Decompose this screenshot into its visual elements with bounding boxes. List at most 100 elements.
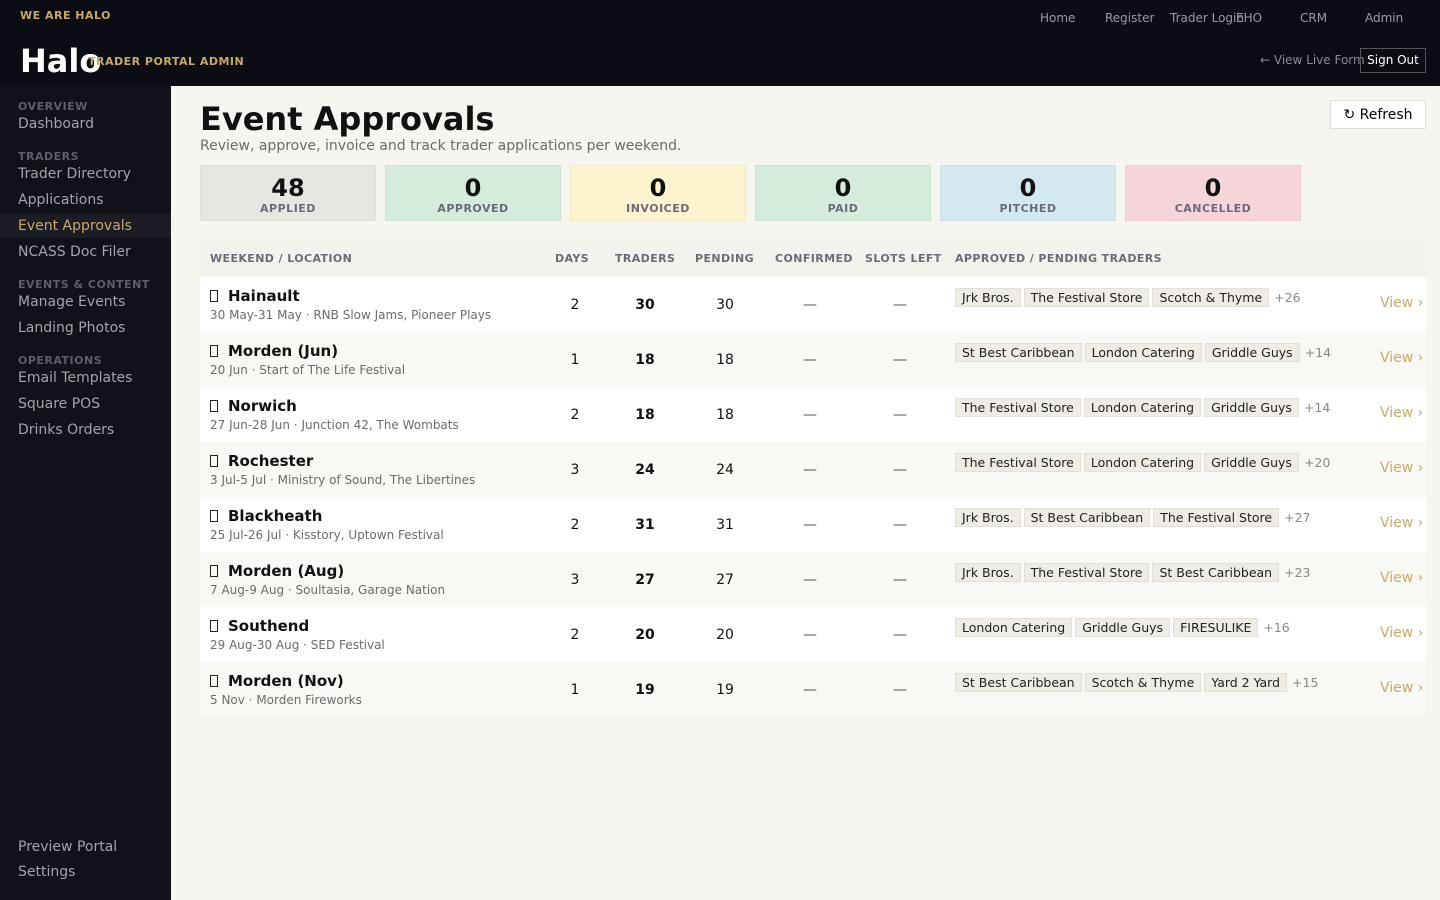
location-icon: [210, 345, 218, 357]
days: 2: [545, 387, 605, 442]
portal-subtitle: TRADER PORTAL ADMIN: [88, 55, 245, 68]
trader-chip[interactable]: Griddle Guys: [1204, 398, 1299, 417]
pending-count: 20: [685, 607, 765, 662]
sidebar-item-event-approvals[interactable]: Event Approvals: [0, 214, 171, 238]
traders-count: 24: [605, 442, 685, 497]
location-icon: [210, 510, 218, 522]
view-link[interactable]: View ›: [1380, 515, 1423, 531]
traders-count: 30: [605, 277, 685, 332]
trader-chip[interactable]: Jrk Bros.: [955, 508, 1021, 527]
stat-value: 48: [271, 174, 305, 202]
trader-chip[interactable]: London Catering: [1084, 343, 1202, 362]
location-name: Norwich: [228, 397, 297, 415]
nav-register[interactable]: Register: [1105, 11, 1154, 25]
view-link[interactable]: View ›: [1380, 625, 1423, 641]
location-icon: [210, 565, 218, 577]
view-link[interactable]: View ›: [1380, 295, 1423, 311]
trader-chip[interactable]: Scotch & Thyme: [1152, 288, 1270, 307]
nav-crm[interactable]: CRM: [1300, 11, 1327, 25]
stat-label: CANCELLED: [1174, 202, 1252, 215]
event-meta: 5 Nov · Morden Fireworks: [210, 693, 362, 707]
trader-chip[interactable]: The Festival Store: [1153, 508, 1280, 527]
trader-chip[interactable]: Griddle Guys: [1075, 618, 1171, 637]
trader-chip[interactable]: London Catering: [955, 618, 1073, 637]
trader-chip[interactable]: St Best Caribbean: [955, 343, 1082, 362]
stat-card-pitched[interactable]: 0 PITCHED: [940, 165, 1116, 221]
table-row[interactable]: Morden (Nov) 5 Nov · Morden Fireworks 1 1…: [200, 662, 1426, 717]
sidebar-item-applications[interactable]: Applications: [0, 188, 171, 212]
trader-chip[interactable]: London Catering: [1083, 453, 1202, 472]
view-link[interactable]: View ›: [1380, 570, 1423, 586]
sidebar-item-square-pos[interactable]: Square POS: [0, 392, 171, 416]
location-name: Rochester: [228, 452, 314, 470]
trader-chip[interactable]: The Festival Store: [1023, 563, 1150, 582]
stat-card-approved[interactable]: 0 APPROVED: [385, 165, 561, 221]
nav-home[interactable]: Home: [1040, 11, 1075, 25]
trader-chip[interactable]: Griddle Guys: [1204, 453, 1299, 472]
trader-chip[interactable]: Scotch & Thyme: [1084, 673, 1202, 692]
slots-left: —: [855, 662, 945, 717]
table-row[interactable]: Morden (Jun) 20 Jun · Start of The Life F…: [200, 332, 1426, 387]
refresh-button[interactable]: ↻ Refresh: [1330, 100, 1426, 129]
table-row[interactable]: Blackheath 25 Jul-26 Jul · Kisstory, Upto…: [200, 497, 1426, 552]
trader-chip[interactable]: London Catering: [1083, 398, 1202, 417]
confirmed-count: —: [765, 497, 855, 552]
view-link[interactable]: View ›: [1380, 460, 1423, 476]
trader-chip[interactable]: Jrk Bros.: [955, 288, 1021, 307]
location-name: Morden (Jun): [228, 342, 339, 360]
sidebar-item-preview-portal[interactable]: Preview Portal: [18, 839, 117, 855]
trader-chip[interactable]: Yard 2 Yard: [1204, 673, 1288, 692]
table-row[interactable]: Norwich 27 Jun-28 Jun · Junction 42, The …: [200, 387, 1426, 442]
view-link[interactable]: View ›: [1380, 405, 1423, 421]
view-link[interactable]: View ›: [1380, 350, 1423, 366]
more-traders-count: +26: [1274, 290, 1301, 305]
column-header: DAYS: [545, 240, 605, 277]
trader-chip[interactable]: The Festival Store: [955, 453, 1081, 472]
sidebar-item-settings[interactable]: Settings: [18, 864, 75, 880]
table-row[interactable]: Hainault 30 May-31 May · RNB Slow Jams, P…: [200, 277, 1426, 332]
sidebar-item-manage-events[interactable]: Manage Events: [0, 290, 171, 314]
table-row[interactable]: Southend 29 Aug-30 Aug · SED Festival 2 2…: [200, 607, 1426, 662]
stat-value: 0: [1204, 174, 1222, 202]
location-icon: [210, 290, 218, 302]
stat-card-applied[interactable]: 48 APPLIED: [200, 165, 376, 221]
nav-admin[interactable]: Admin: [1365, 11, 1403, 25]
sidebar-item-ncass-doc-filer[interactable]: NCASS Doc Filer: [0, 240, 171, 264]
view-link[interactable]: View ›: [1380, 680, 1423, 696]
trader-chip[interactable]: The Festival Store: [1023, 288, 1150, 307]
traders-count: 20: [605, 607, 685, 662]
nav-trader-login[interactable]: Trader Login: [1170, 11, 1244, 25]
confirmed-count: —: [765, 442, 855, 497]
sidebar-item-trader-directory[interactable]: Trader Directory: [0, 162, 171, 186]
event-meta: 3 Jul-5 Jul · Ministry of Sound, The Lib…: [210, 473, 476, 487]
nav-eho[interactable]: EHO: [1236, 11, 1262, 25]
stat-value: 0: [464, 174, 482, 202]
trader-chip[interactable]: Jrk Bros.: [955, 563, 1021, 582]
trader-chip[interactable]: The Festival Store: [955, 398, 1081, 417]
table-row[interactable]: Morden (Aug) 7 Aug-9 Aug · Soultasia, Gar…: [200, 552, 1426, 607]
sidebar-item-email-templates[interactable]: Email Templates: [0, 366, 171, 390]
sign-out-button[interactable]: Sign Out: [1360, 48, 1426, 73]
more-traders-count: +14: [1303, 400, 1331, 415]
trader-chip[interactable]: St Best Caribbean: [1023, 508, 1151, 527]
trader-chip[interactable]: Griddle Guys: [1204, 343, 1300, 362]
traders-count: 27: [605, 552, 685, 607]
sidebar-item-dashboard[interactable]: Dashboard: [0, 112, 171, 136]
more-traders-count: +14: [1304, 345, 1332, 360]
event-meta: 27 Jun-28 Jun · Junction 42, The Wombats: [210, 418, 459, 432]
stat-label: INVOICED: [626, 202, 690, 215]
trader-chip[interactable]: St Best Caribbean: [955, 673, 1082, 692]
stat-card-invoiced[interactable]: 0 INVOICED: [570, 165, 746, 221]
trader-chip[interactable]: St Best Caribbean: [1152, 563, 1280, 582]
slots-left: —: [855, 552, 945, 607]
trader-chip[interactable]: FIRESULIKE: [1173, 618, 1259, 637]
stat-card-cancelled[interactable]: 0 CANCELLED: [1125, 165, 1301, 221]
sidebar-item-drinks-orders[interactable]: Drinks Orders: [0, 418, 171, 442]
stat-card-paid[interactable]: 0 PAID: [755, 165, 931, 221]
more-traders-count: +27: [1284, 510, 1311, 525]
days: 2: [545, 607, 605, 662]
view-live-form-link[interactable]: ← View Live Form: [1260, 53, 1365, 67]
sidebar-item-landing-photos[interactable]: Landing Photos: [0, 316, 171, 340]
top-bar: WE ARE HALO Halo TRADER PORTAL ADMIN Hom…: [0, 0, 1440, 86]
table-row[interactable]: Rochester 3 Jul-5 Jul · Ministry of Sound…: [200, 442, 1426, 497]
